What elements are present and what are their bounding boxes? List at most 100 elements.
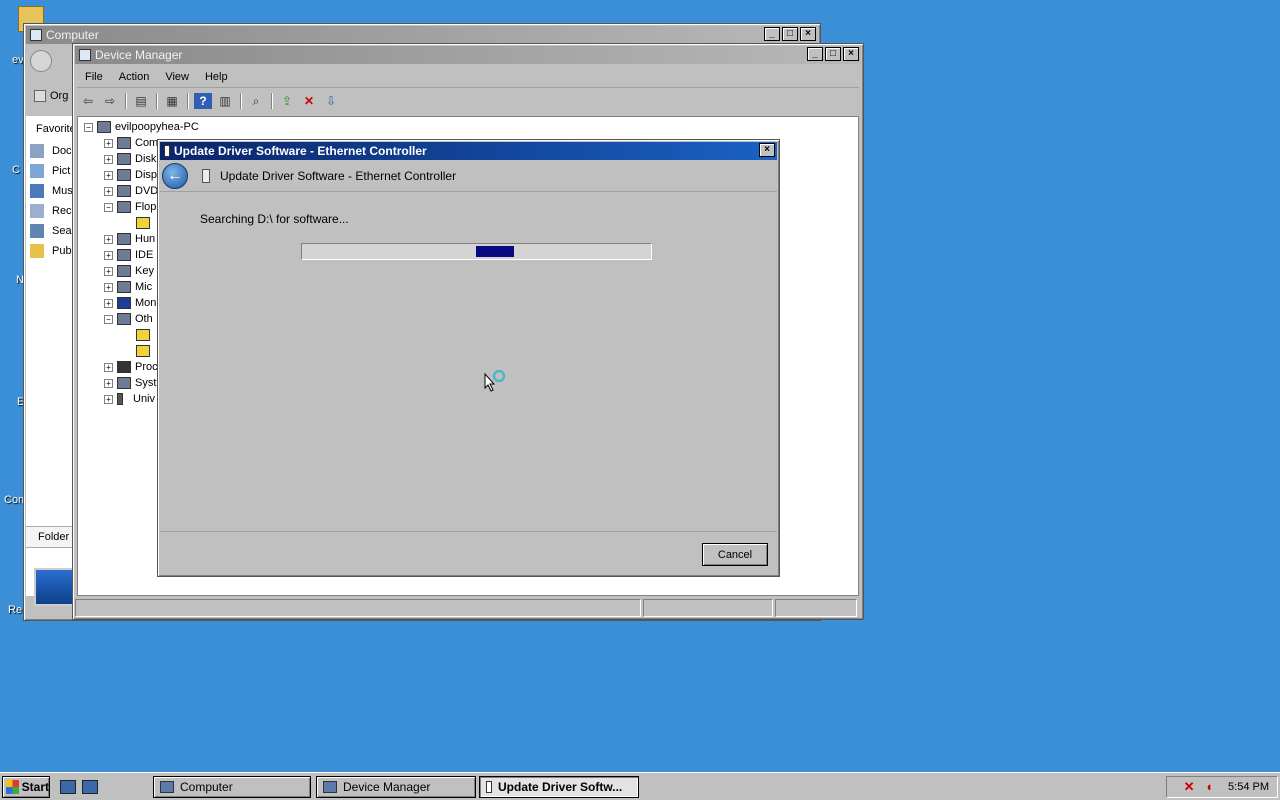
expand-icon[interactable]: + bbox=[104, 154, 113, 164]
expand-icon[interactable]: + bbox=[104, 298, 113, 308]
expand-icon[interactable]: + bbox=[104, 250, 113, 260]
unknown-device-icon bbox=[117, 313, 131, 325]
ide-icon bbox=[117, 249, 131, 261]
task-device-manager[interactable]: Device Manager bbox=[316, 776, 476, 798]
device-manager-title: Device Manager bbox=[95, 48, 183, 62]
tree-node-mice[interactable]: + Mic bbox=[104, 279, 152, 295]
start-button[interactable]: Start bbox=[2, 775, 50, 798]
fav-item-pictures[interactable]: Pict bbox=[30, 164, 70, 178]
wizard-heading: Update Driver Software - Ethernet Contro… bbox=[220, 168, 457, 183]
pictures-icon bbox=[30, 164, 44, 178]
fav-item-recent[interactable]: Rec bbox=[30, 204, 72, 218]
dialog-titlebar[interactable]: Update Driver Software - Ethernet Contro… bbox=[160, 142, 777, 160]
tree-node-other-child-2[interactable] bbox=[136, 343, 154, 359]
collapse-icon[interactable]: − bbox=[104, 314, 113, 324]
uninstall-icon[interactable]: ✕ bbox=[300, 93, 318, 109]
switch-windows-icon[interactable] bbox=[82, 779, 98, 794]
taskbar: Start Computer Device Manager Update Dri… bbox=[0, 772, 1280, 800]
fav-item-documents[interactable]: Doc bbox=[30, 144, 72, 158]
close-button[interactable]: × bbox=[759, 143, 775, 157]
tree-root[interactable]: − evilpoopyhea-PC bbox=[84, 119, 199, 135]
back-arrow-icon[interactable]: ⇦ bbox=[79, 93, 97, 109]
computer-titlebar[interactable]: Computer _ □ × bbox=[26, 26, 818, 44]
folder-icon bbox=[30, 244, 44, 258]
expand-icon[interactable]: + bbox=[104, 362, 113, 372]
update-driver-icon[interactable]: ⇪ bbox=[278, 93, 296, 109]
search-icon bbox=[30, 224, 44, 238]
device-manager-titlebar[interactable]: Device Manager _ □ × bbox=[75, 46, 861, 64]
warning-device-icon bbox=[136, 329, 150, 341]
tree-node-floppy[interactable]: − Flop bbox=[104, 199, 156, 215]
driver-icon bbox=[202, 168, 210, 183]
clock[interactable]: 5:54 PM bbox=[1228, 781, 1269, 793]
close-button[interactable]: × bbox=[800, 27, 816, 41]
expand-icon[interactable]: + bbox=[104, 378, 113, 388]
mouse-icon bbox=[117, 281, 131, 293]
back-arrow-icon[interactable]: ← bbox=[162, 162, 188, 189]
volume-muted-icon[interactable]: ◖ bbox=[1202, 780, 1216, 794]
menu-help[interactable]: Help bbox=[197, 71, 236, 83]
toolbar-separator bbox=[156, 93, 157, 109]
fav-item-searches[interactable]: Sea bbox=[30, 224, 72, 238]
fav-item-public[interactable]: Pub bbox=[30, 244, 72, 258]
disable-icon[interactable]: ⇩ bbox=[322, 93, 340, 109]
expand-icon[interactable]: + bbox=[104, 282, 113, 292]
back-icon[interactable] bbox=[30, 50, 52, 72]
tree-node-keyboards[interactable]: + Key bbox=[104, 263, 154, 279]
tree-node-usb[interactable]: + Univ bbox=[104, 391, 155, 407]
fav-item-music[interactable]: Mus bbox=[30, 184, 73, 198]
tree-node-processors[interactable]: + Proc bbox=[104, 359, 158, 375]
toolbar-separator bbox=[125, 93, 126, 109]
expand-icon[interactable]: + bbox=[104, 234, 113, 244]
nav-back-forward[interactable] bbox=[30, 50, 74, 78]
task-update-driver[interactable]: Update Driver Softw... bbox=[479, 776, 639, 798]
help-icon[interactable]: ? bbox=[194, 93, 212, 109]
cancel-button[interactable]: Cancel bbox=[702, 543, 768, 566]
forward-arrow-icon[interactable]: ⇨ bbox=[101, 93, 119, 109]
display-icon bbox=[117, 169, 131, 181]
task-computer[interactable]: Computer bbox=[153, 776, 311, 798]
properties-icon[interactable]: ▦ bbox=[163, 93, 181, 109]
menu-view[interactable]: View bbox=[157, 71, 197, 83]
expand-icon[interactable]: + bbox=[104, 186, 113, 196]
wizard-body: Searching D:\ for software... bbox=[160, 192, 777, 532]
computer-icon bbox=[160, 781, 174, 793]
close-button[interactable]: × bbox=[843, 47, 859, 61]
maximize-button[interactable]: □ bbox=[782, 27, 798, 41]
tree-node-display[interactable]: + Disp bbox=[104, 167, 157, 183]
expand-icon[interactable]: + bbox=[104, 394, 113, 404]
tree-node-disk[interactable]: + Disk bbox=[104, 151, 156, 167]
network-disconnected-icon[interactable]: ✕ bbox=[1182, 780, 1196, 794]
expand-icon[interactable]: + bbox=[104, 138, 113, 148]
tree-node-computer[interactable]: + Com bbox=[104, 135, 158, 151]
maximize-button[interactable]: □ bbox=[825, 47, 841, 61]
expand-icon[interactable]: + bbox=[104, 266, 113, 276]
tree-node-monitors[interactable]: + Mon bbox=[104, 295, 156, 311]
organize-button[interactable]: Org bbox=[34, 90, 68, 102]
minimize-button[interactable]: _ bbox=[764, 27, 780, 41]
minimize-button[interactable]: _ bbox=[807, 47, 823, 61]
folders-header[interactable]: Folder bbox=[26, 526, 76, 548]
keyboard-icon bbox=[117, 265, 131, 277]
menu-action[interactable]: Action bbox=[111, 71, 158, 83]
computer-large-icon bbox=[34, 568, 74, 606]
tree-node-ide[interactable]: + IDE bbox=[104, 247, 153, 263]
show-hide-tree-icon[interactable]: ▤ bbox=[132, 93, 150, 109]
menu-file[interactable]: File bbox=[77, 71, 111, 83]
documents-icon bbox=[30, 144, 44, 158]
tree-node-other-child-1[interactable] bbox=[136, 327, 154, 343]
tree-node-dvd[interactable]: + DVD bbox=[104, 183, 158, 199]
dvd-icon bbox=[117, 185, 131, 197]
driver-icon bbox=[164, 145, 170, 157]
expand-icon[interactable]: + bbox=[104, 170, 113, 180]
collapse-icon[interactable]: − bbox=[84, 122, 93, 132]
scan-hardware-icon[interactable]: ⌕ bbox=[247, 93, 265, 109]
console-tree-icon[interactable]: ▥ bbox=[216, 93, 234, 109]
favorites-pane: Favorite Doc Pict Mus Rec Sea Pub Folder bbox=[26, 116, 76, 606]
collapse-icon[interactable]: − bbox=[104, 202, 113, 212]
tree-node-system[interactable]: + Syst bbox=[104, 375, 156, 391]
tree-node-other[interactable]: − Oth bbox=[104, 311, 153, 327]
tree-node-hid[interactable]: + Hun bbox=[104, 231, 155, 247]
tree-node-floppy-child[interactable] bbox=[136, 215, 154, 231]
show-desktop-icon[interactable] bbox=[60, 779, 76, 794]
